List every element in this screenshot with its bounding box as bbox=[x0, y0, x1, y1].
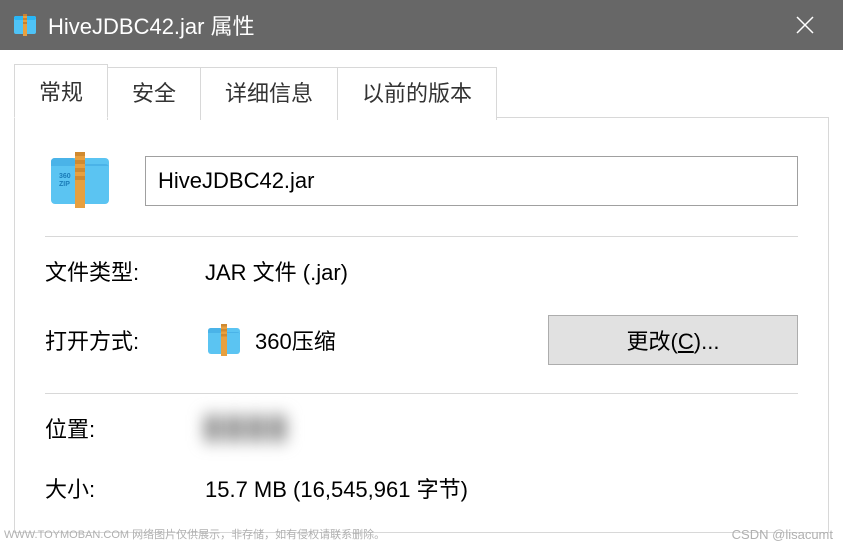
open-with-value-container: 360压缩 更改(C)... bbox=[205, 315, 798, 365]
zip-file-icon-large: 360 ZIP bbox=[45, 146, 115, 216]
tab-details[interactable]: 详细信息 bbox=[200, 67, 338, 120]
tab-security[interactable]: 安全 bbox=[107, 67, 201, 120]
tab-general[interactable]: 常规 bbox=[14, 64, 108, 118]
size-label: 大小: bbox=[45, 472, 205, 504]
titlebar: HiveJDBC42.jar 属性 bbox=[0, 0, 843, 50]
size-row: 大小: 15.7 MB (16,545,961 字节) bbox=[45, 472, 798, 504]
file-type-label: 文件类型: bbox=[45, 255, 205, 287]
file-type-value: JAR 文件 (.jar) bbox=[205, 255, 798, 287]
watermark-right: CSDN @lisacumt bbox=[732, 527, 833, 542]
tab-previous-versions[interactable]: 以前的版本 bbox=[337, 67, 497, 120]
open-with-app-name: 360压缩 bbox=[255, 324, 336, 356]
filename-row: 360 ZIP bbox=[45, 146, 798, 216]
watermark-left: WWW.TOYMOBAN.COM 网络图片仅供展示，非存储，如有侵权请联系删除。 bbox=[4, 526, 385, 542]
svg-text:360: 360 bbox=[59, 173, 71, 180]
client-area: 常规 安全 详细信息 以前的版本 360 ZIP bbox=[0, 50, 843, 533]
tab-panel-general: 360 ZIP 文件类型: JAR 文件 (.jar) 打开方式: bbox=[14, 117, 829, 533]
file-type-row: 文件类型: JAR 文件 (.jar) bbox=[45, 255, 798, 287]
svg-text:ZIP: ZIP bbox=[59, 181, 70, 188]
location-value: ████ bbox=[205, 415, 798, 441]
location-row: 位置: ████ bbox=[45, 412, 798, 444]
zip-file-icon bbox=[10, 10, 40, 40]
close-button[interactable] bbox=[777, 0, 833, 50]
location-label: 位置: bbox=[45, 412, 205, 444]
separator bbox=[45, 236, 798, 237]
window-title: HiveJDBC42.jar 属性 bbox=[48, 9, 777, 41]
filename-input[interactable] bbox=[145, 156, 798, 206]
open-with-label: 打开方式: bbox=[45, 324, 205, 356]
zip-app-icon bbox=[205, 321, 243, 359]
tabs: 常规 安全 详细信息 以前的版本 bbox=[14, 64, 829, 117]
close-icon bbox=[796, 16, 814, 34]
open-with-row: 打开方式: 360压缩 更改(C)... bbox=[45, 315, 798, 365]
size-value: 15.7 MB (16,545,961 字节) bbox=[205, 472, 798, 504]
change-button[interactable]: 更改(C)... bbox=[548, 315, 798, 365]
separator bbox=[45, 393, 798, 394]
